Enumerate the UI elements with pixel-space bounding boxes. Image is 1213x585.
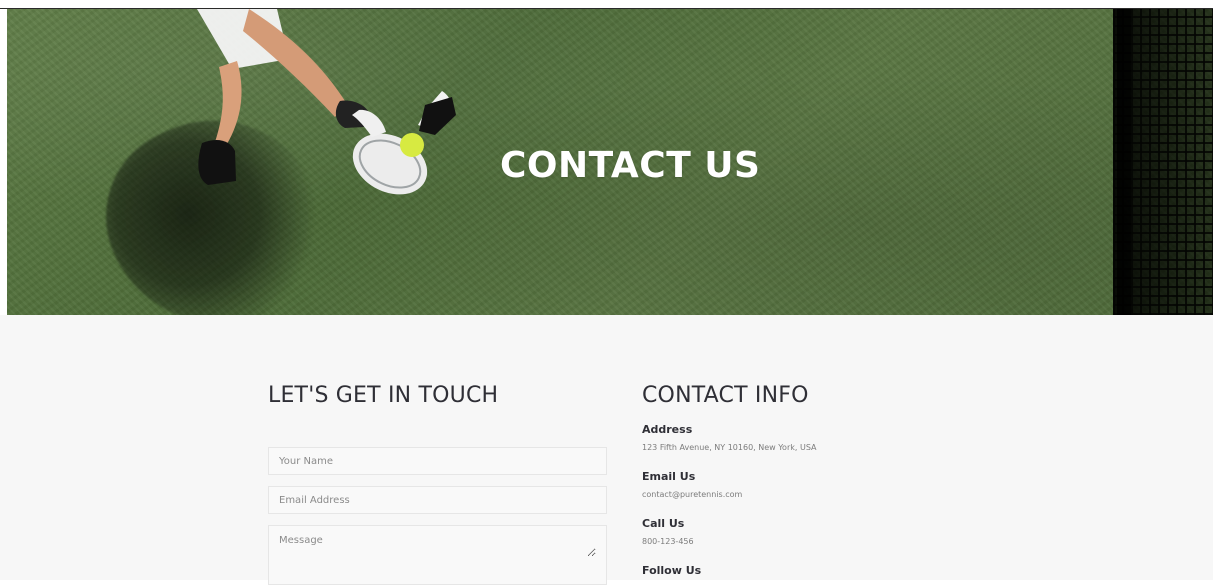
form-title: LET'S GET IN TOUCH [268, 383, 499, 408]
message-field[interactable] [268, 525, 607, 585]
tennis-player-graphic [197, 9, 456, 195]
email-label: Email Us [642, 470, 696, 483]
email-input[interactable] [279, 494, 596, 506]
follow-label: Follow Us [642, 564, 702, 577]
page-title: CONTACT US [500, 145, 761, 187]
phone-info: Call Us 800-123-456 [642, 517, 1002, 548]
name-field[interactable] [268, 447, 607, 475]
address-label: Address [642, 423, 693, 436]
name-input[interactable] [279, 455, 596, 467]
email-info: Email Us contact@puretennis.com [642, 470, 1002, 501]
contact-info-title: CONTACT INFO [642, 383, 809, 408]
phone-value: 800-123-456 [642, 537, 694, 546]
message-textarea[interactable] [279, 535, 596, 557]
contact-content: LET'S GET IN TOUCH CONTACT INFO Address … [0, 315, 1213, 585]
top-border [0, 0, 1213, 9]
address-value: 123 Fifth Avenue, NY 10160, New York, US… [642, 443, 817, 452]
hero-banner: CONTACT US [7, 9, 1213, 315]
tennis-net [1113, 9, 1213, 315]
phone-label: Call Us [642, 517, 685, 530]
email-field[interactable] [268, 486, 607, 514]
follow-info: Follow Us [642, 564, 1002, 578]
email-value: contact@puretennis.com [642, 490, 743, 499]
address-info: Address 123 Fifth Avenue, NY 10160, New … [642, 423, 1002, 454]
